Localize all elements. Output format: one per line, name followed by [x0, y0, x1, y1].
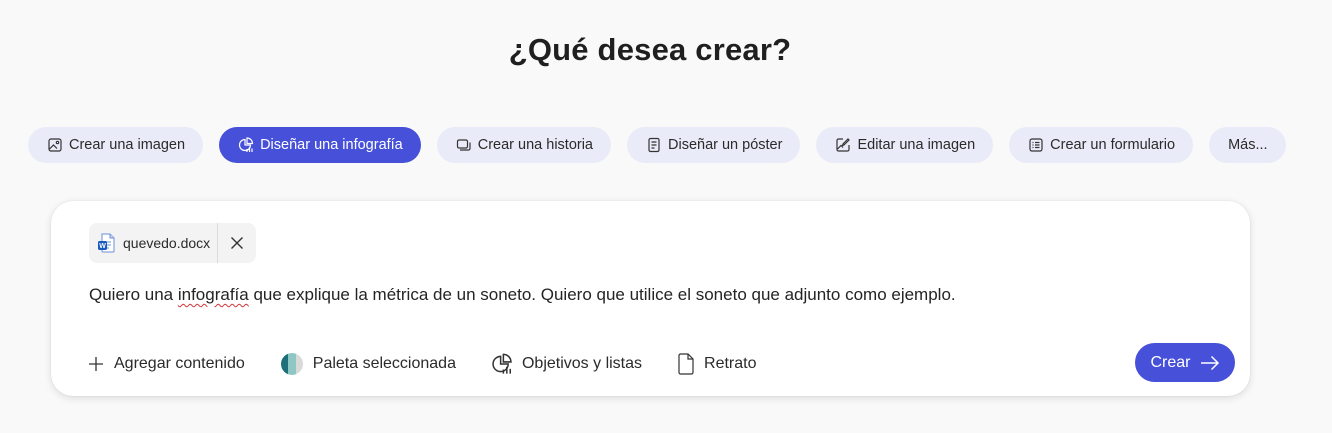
chip-design-poster[interactable]: Diseñar un póster — [627, 127, 801, 163]
orientation-button[interactable]: Retrato — [677, 353, 757, 375]
chip-more[interactable]: Más... — [1209, 127, 1286, 163]
palette-button[interactable]: Paleta seleccionada — [280, 352, 456, 376]
add-content-button[interactable]: Agregar contenido — [87, 355, 245, 373]
story-icon — [456, 139, 471, 151]
create-button[interactable]: Crear — [1135, 343, 1235, 382]
prompt-misspelled-word: infografía — [177, 285, 249, 304]
svg-text:W: W — [99, 243, 106, 250]
goals-lists-button[interactable]: Objetivos y listas — [491, 353, 642, 375]
palette-label: Paleta seleccionada — [312, 355, 456, 372]
page-title: ¿Qué desea crear? — [508, 32, 792, 67]
goals-lists-label: Objetivos y listas — [521, 355, 643, 372]
attachment-chip: W quevedo.docx — [89, 223, 257, 263]
chip-label: Crear una historia — [477, 137, 593, 153]
attachment-file-name: quevedo.docx — [123, 235, 211, 251]
arrow-right-icon — [1200, 355, 1219, 370]
palette-icon — [280, 353, 303, 375]
image-icon — [48, 138, 62, 152]
prompt-text-end: que explique la métrica de un soneto. Qu… — [248, 285, 956, 304]
portrait-page-icon — [678, 353, 694, 375]
chip-create-image[interactable]: Crear una imagen — [28, 127, 204, 163]
suggestion-chips: Crear una imagen Diseñar una infografía … — [28, 127, 1286, 163]
page: ¿Qué desea crear? Crear una imagen Diseñ… — [0, 0, 1332, 433]
prompt-toolbar: Agregar contenido Paleta seleccionada Ob… — [87, 352, 792, 376]
infographic-icon — [492, 353, 512, 374]
add-content-label: Agregar contenido — [114, 355, 245, 372]
chip-create-form[interactable]: Crear un formulario — [1009, 127, 1194, 163]
chip-label: Editar una imagen — [857, 137, 976, 153]
prompt-input[interactable]: Quiero una infografía que explique la mé… — [89, 285, 956, 305]
chip-create-story[interactable]: Crear una historia — [436, 127, 611, 163]
infographic-icon — [239, 137, 254, 152]
prompt-text-start: Quiero una — [89, 285, 178, 304]
edit-image-icon — [836, 138, 851, 152]
form-icon — [1029, 138, 1043, 152]
chip-edit-image[interactable]: Editar una imagen — [816, 127, 994, 163]
chip-label: Diseñar un póster — [668, 137, 783, 153]
create-button-label: Crear — [1150, 353, 1191, 371]
chip-design-infographic[interactable]: Diseñar una infografía — [219, 127, 421, 163]
close-icon — [231, 237, 244, 249]
poster-icon — [648, 137, 660, 153]
chip-label: Crear un formulario — [1050, 137, 1176, 153]
word-file-icon: W — [98, 233, 115, 253]
chip-label: Diseñar una infografía — [260, 137, 403, 153]
chip-label: Crear una imagen — [69, 137, 186, 153]
remove-attachment-button[interactable] — [217, 223, 256, 263]
prompt-card: W quevedo.docx Quiero una infografía que… — [51, 201, 1250, 396]
orientation-label: Retrato — [704, 355, 757, 372]
attachment-file[interactable]: W quevedo.docx — [89, 223, 217, 263]
plus-icon — [89, 357, 103, 371]
chip-label: Más... — [1228, 137, 1268, 153]
